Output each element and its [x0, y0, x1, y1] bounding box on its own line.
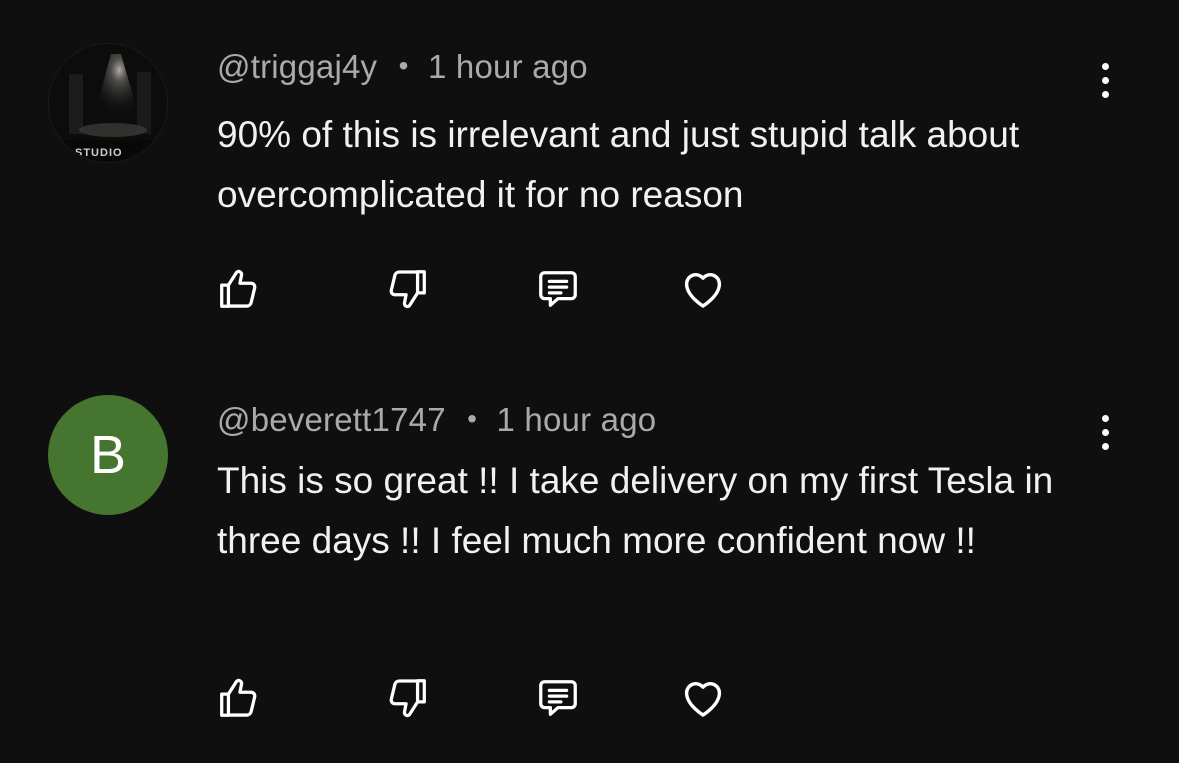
avatar-letter: B [89, 425, 127, 485]
reply-comment-icon [539, 680, 577, 716]
avatar[interactable]: STUDIO [48, 43, 168, 163]
username[interactable]: @beverett1747 [217, 401, 446, 438]
meta-separator: • [398, 50, 409, 81]
username[interactable]: @triggaj4y [217, 48, 377, 85]
thumbs-down-icon [389, 270, 426, 309]
heart-icon [684, 273, 722, 308]
reply-comment-icon [539, 271, 577, 307]
comment-item: STUDIO @triggaj4y • 1 hour ago 90% of th… [0, 0, 1179, 340]
more-options-button[interactable] [1088, 410, 1122, 454]
reply-button[interactable] [533, 264, 583, 314]
timestamp[interactable]: 1 hour ago [428, 48, 588, 85]
comment-text: This is so great !! I take delivery on m… [217, 460, 1054, 561]
more-vertical-icon [1101, 414, 1109, 422]
like-button[interactable] [213, 264, 263, 314]
like-button[interactable] [213, 673, 263, 723]
more-vertical-icon-dot [1101, 442, 1109, 450]
comment-item: B @beverett1747 • 1 hour ago This is so … [0, 352, 1179, 763]
more-vertical-icon-dot [1101, 90, 1109, 98]
thumbs-up-icon [220, 678, 257, 717]
more-options-button[interactable] [1088, 58, 1122, 102]
dislike-button[interactable] [383, 673, 433, 723]
avatar[interactable]: B [48, 395, 168, 515]
avatar-photo-image [49, 44, 167, 162]
thumbs-up-icon [220, 269, 257, 308]
timestamp[interactable]: 1 hour ago [497, 401, 657, 438]
heart-button[interactable] [678, 673, 728, 723]
comment-text: 90% of this is irrelevant and just stupi… [217, 114, 1020, 215]
more-vertical-icon-dot [1101, 428, 1109, 436]
comment-actions [213, 264, 733, 314]
heart-button[interactable] [678, 264, 728, 314]
comment-meta: @triggaj4y • 1 hour ago [217, 48, 588, 86]
comment-actions [213, 673, 733, 723]
more-vertical-icon-dot [1101, 76, 1109, 84]
meta-separator: • [467, 403, 478, 434]
avatar-caption: STUDIO [75, 147, 123, 159]
thumbs-down-icon [389, 679, 426, 718]
reply-button[interactable] [533, 673, 583, 723]
comment-meta: @beverett1747 • 1 hour ago [217, 401, 656, 439]
dislike-button[interactable] [383, 264, 433, 314]
more-vertical-icon [1101, 62, 1109, 70]
heart-icon [684, 682, 722, 717]
